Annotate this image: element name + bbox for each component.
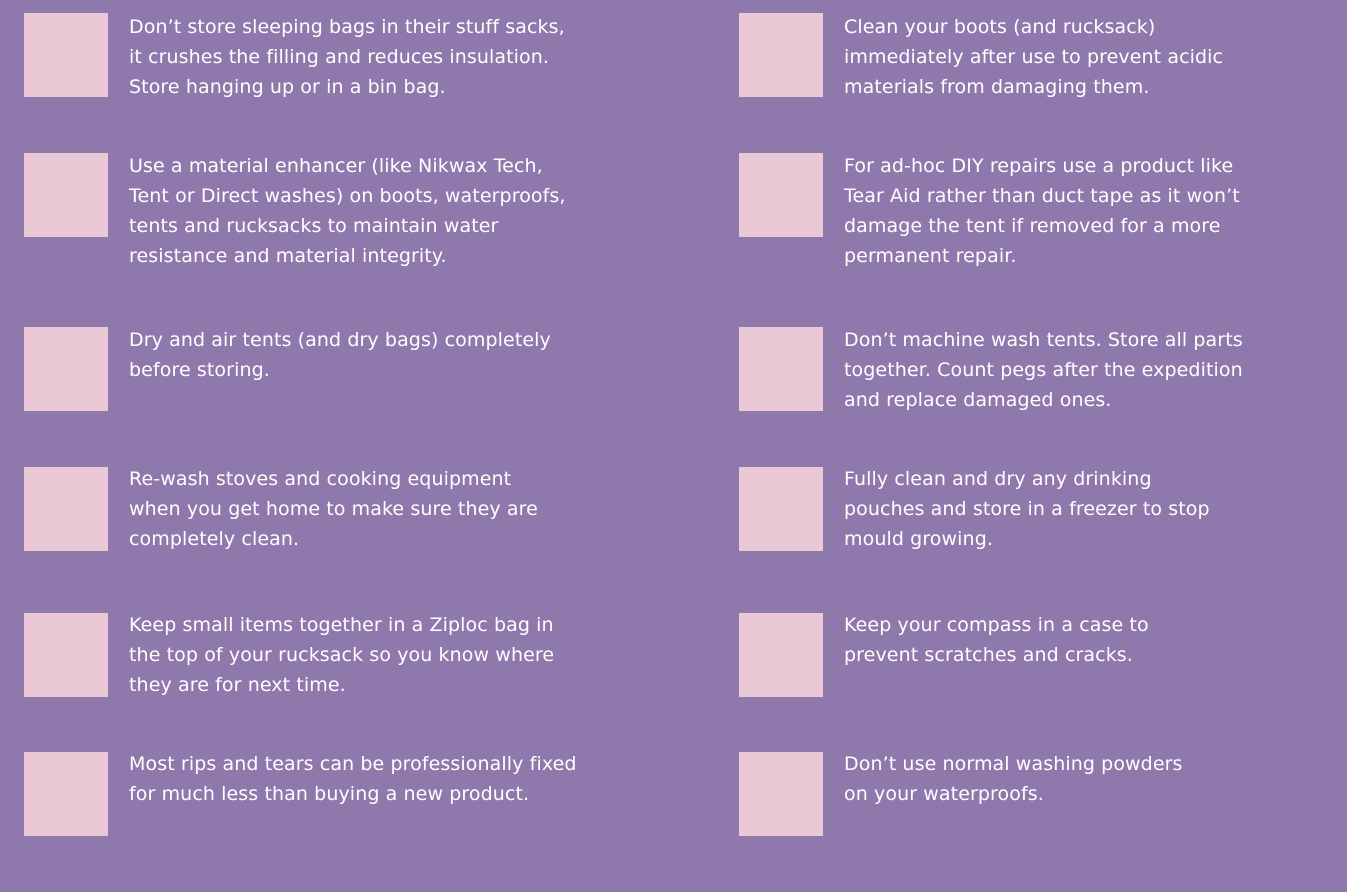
tip-text: Don’t store sleeping bags in their stuff…: [129, 16, 565, 98]
checkbox[interactable]: [739, 752, 823, 836]
tip-item: Keep small items together in a Ziploc ba…: [24, 613, 674, 753]
checkbox[interactable]: [24, 752, 108, 836]
tip-text: Fully clean and dry any drinking pouches…: [844, 468, 1210, 550]
tip-text: Keep your compass in a case to prevent s…: [844, 614, 1149, 666]
tips-grid: Don’t store sleeping bags in their stuff…: [0, 0, 1347, 836]
tip-item: Keep your compass in a case to prevent s…: [739, 613, 1347, 753]
checkbox[interactable]: [24, 467, 108, 551]
tip-text: For ad-hoc DIY repairs use a product lik…: [844, 155, 1240, 267]
tip-item: Don’t use normal washing powders on your…: [739, 752, 1347, 892]
tip-item: Clean your boots (and rucksack) immediat…: [739, 13, 1347, 153]
checkbox[interactable]: [739, 153, 823, 237]
tip-text: Clean your boots (and rucksack) immediat…: [844, 16, 1224, 98]
tip-text: Most rips and tears can be professionall…: [129, 753, 577, 805]
tip-text: Don’t use normal washing powders on your…: [844, 753, 1183, 805]
tip-item: Most rips and tears can be professionall…: [24, 752, 674, 892]
checkbox[interactable]: [24, 327, 108, 411]
tip-item: Dry and air tents (and dry bags) complet…: [24, 327, 674, 467]
tip-text: Dry and air tents (and dry bags) complet…: [129, 329, 551, 381]
checkbox[interactable]: [739, 467, 823, 551]
checkbox[interactable]: [24, 153, 108, 237]
checkbox[interactable]: [24, 13, 108, 97]
tip-text: Re-wash stoves and cooking equipment whe…: [129, 468, 538, 550]
tip-text: Don’t machine wash tents. Store all part…: [844, 329, 1243, 411]
tip-item: Don’t store sleeping bags in their stuff…: [24, 13, 674, 153]
tip-item: For ad-hoc DIY repairs use a product lik…: [739, 153, 1347, 293]
tip-item: Re-wash stoves and cooking equipment whe…: [24, 467, 674, 607]
checkbox[interactable]: [24, 613, 108, 697]
checkbox[interactable]: [739, 13, 823, 97]
checkbox[interactable]: [739, 613, 823, 697]
tip-text: Use a material enhancer (like Nikwax Tec…: [129, 155, 566, 267]
tip-text: Keep small items together in a Ziploc ba…: [129, 614, 555, 696]
tip-item: Use a material enhancer (like Nikwax Tec…: [24, 153, 674, 293]
tip-item: Don’t machine wash tents. Store all part…: [739, 327, 1347, 467]
tip-item: Fully clean and dry any drinking pouches…: [739, 467, 1347, 607]
checkbox[interactable]: [739, 327, 823, 411]
